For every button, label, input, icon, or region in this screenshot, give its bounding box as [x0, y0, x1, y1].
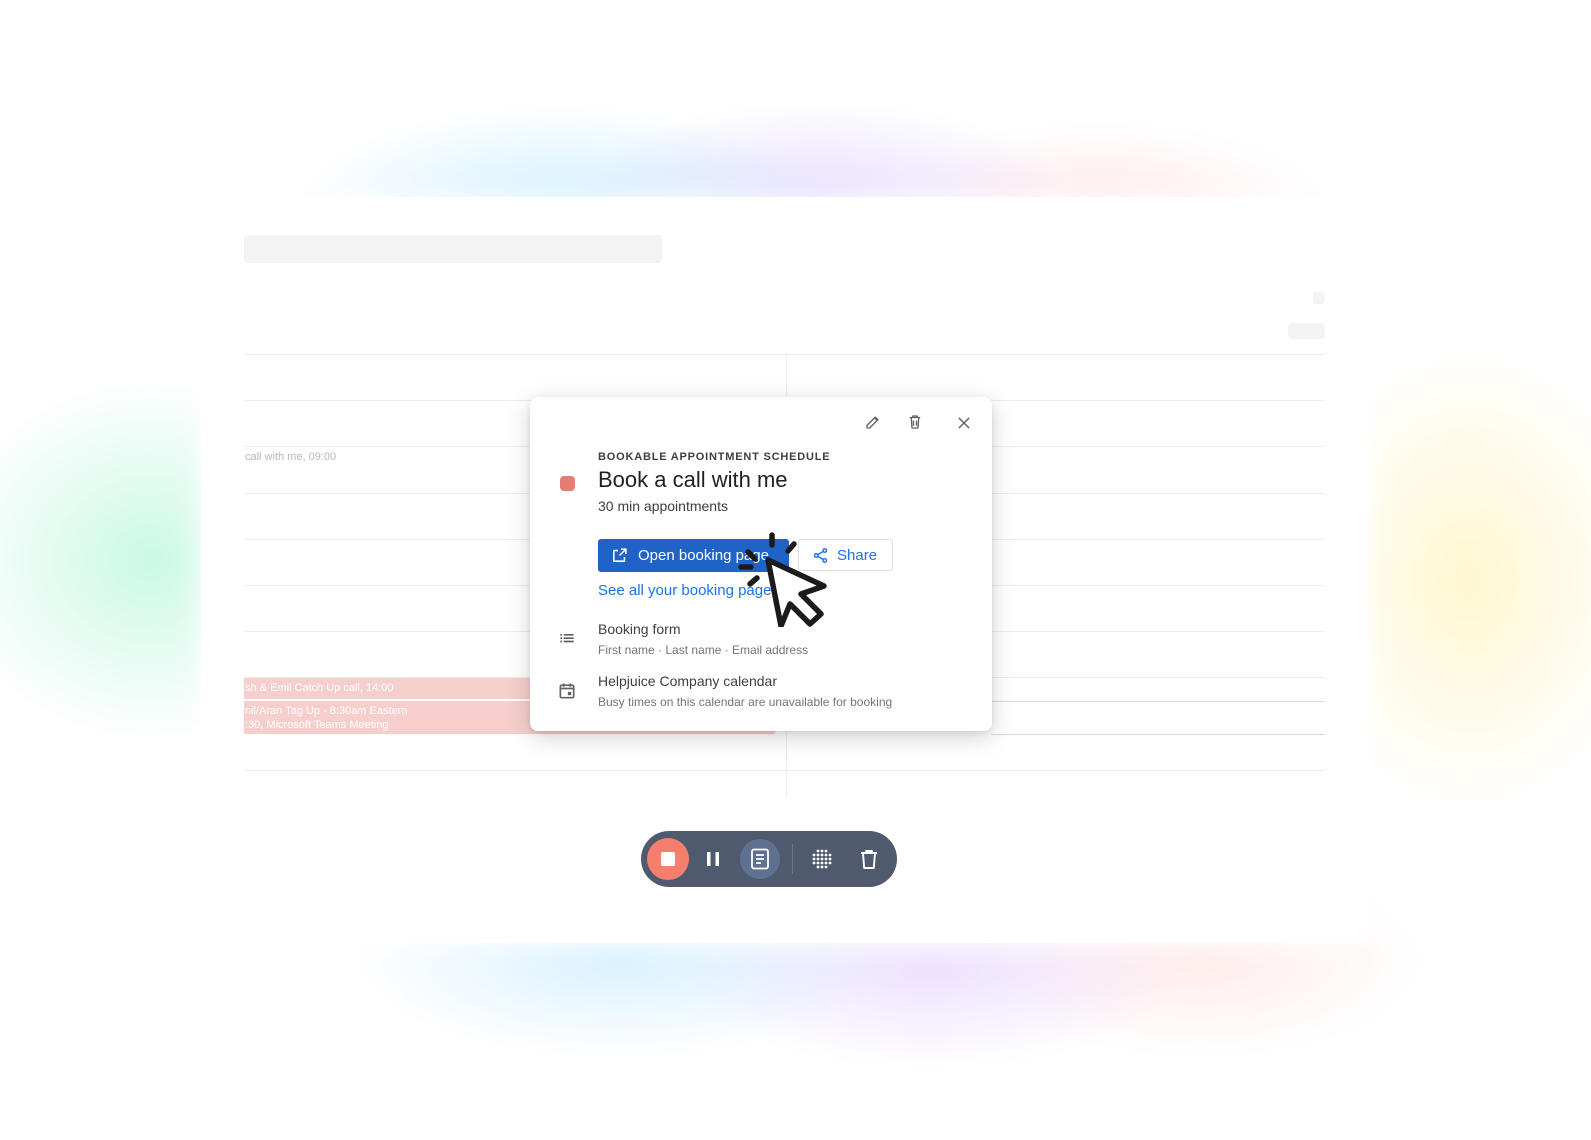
appointment-duration: 30 min appointments — [598, 498, 728, 514]
notes-icon — [751, 848, 769, 870]
booking-form-title: Booking form — [598, 621, 681, 637]
skeleton-chip — [1288, 323, 1325, 339]
grid-line — [244, 354, 1325, 355]
title-skeleton — [244, 235, 662, 263]
drag-handle-button[interactable] — [808, 845, 836, 873]
calendar-color-dot — [560, 476, 575, 491]
open-in-new-icon — [611, 547, 628, 568]
grid-line — [244, 770, 1325, 771]
close-icon[interactable] — [952, 411, 976, 435]
edit-icon[interactable] — [861, 410, 885, 434]
share-label: Share — [837, 546, 878, 564]
grid-icon — [812, 849, 832, 869]
discard-recording-button[interactable] — [855, 845, 883, 873]
now-indicator-line — [991, 701, 1325, 702]
list-icon — [557, 629, 577, 649]
calendar-icon — [557, 681, 577, 701]
now-indicator-line — [991, 734, 1325, 735]
popover-title: Book a call with me — [598, 467, 788, 492]
trash-icon — [861, 850, 877, 869]
calendar-name: Helpjuice Company calendar — [598, 673, 777, 689]
toolbar-divider — [792, 844, 793, 874]
recording-toolbar — [641, 831, 897, 887]
schedule-type-label: BOOKABLE APPOINTMENT SCHEDULE — [598, 451, 831, 463]
stop-recording-button[interactable] — [647, 838, 689, 880]
notes-button[interactable] — [740, 839, 780, 879]
calendar-availability-note: Busy times on this calendar are unavaila… — [598, 695, 893, 709]
booking-form-fields: First name · Last name · Email address — [598, 643, 809, 657]
pause-button[interactable] — [699, 845, 727, 873]
stop-icon — [661, 852, 675, 866]
pause-icon — [707, 852, 719, 866]
delete-icon[interactable] — [903, 410, 927, 434]
skeleton-dot — [1313, 292, 1325, 304]
click-cursor-icon — [738, 532, 833, 632]
calendar-event-faint[interactable]: call with me, 09:00 — [245, 451, 336, 463]
